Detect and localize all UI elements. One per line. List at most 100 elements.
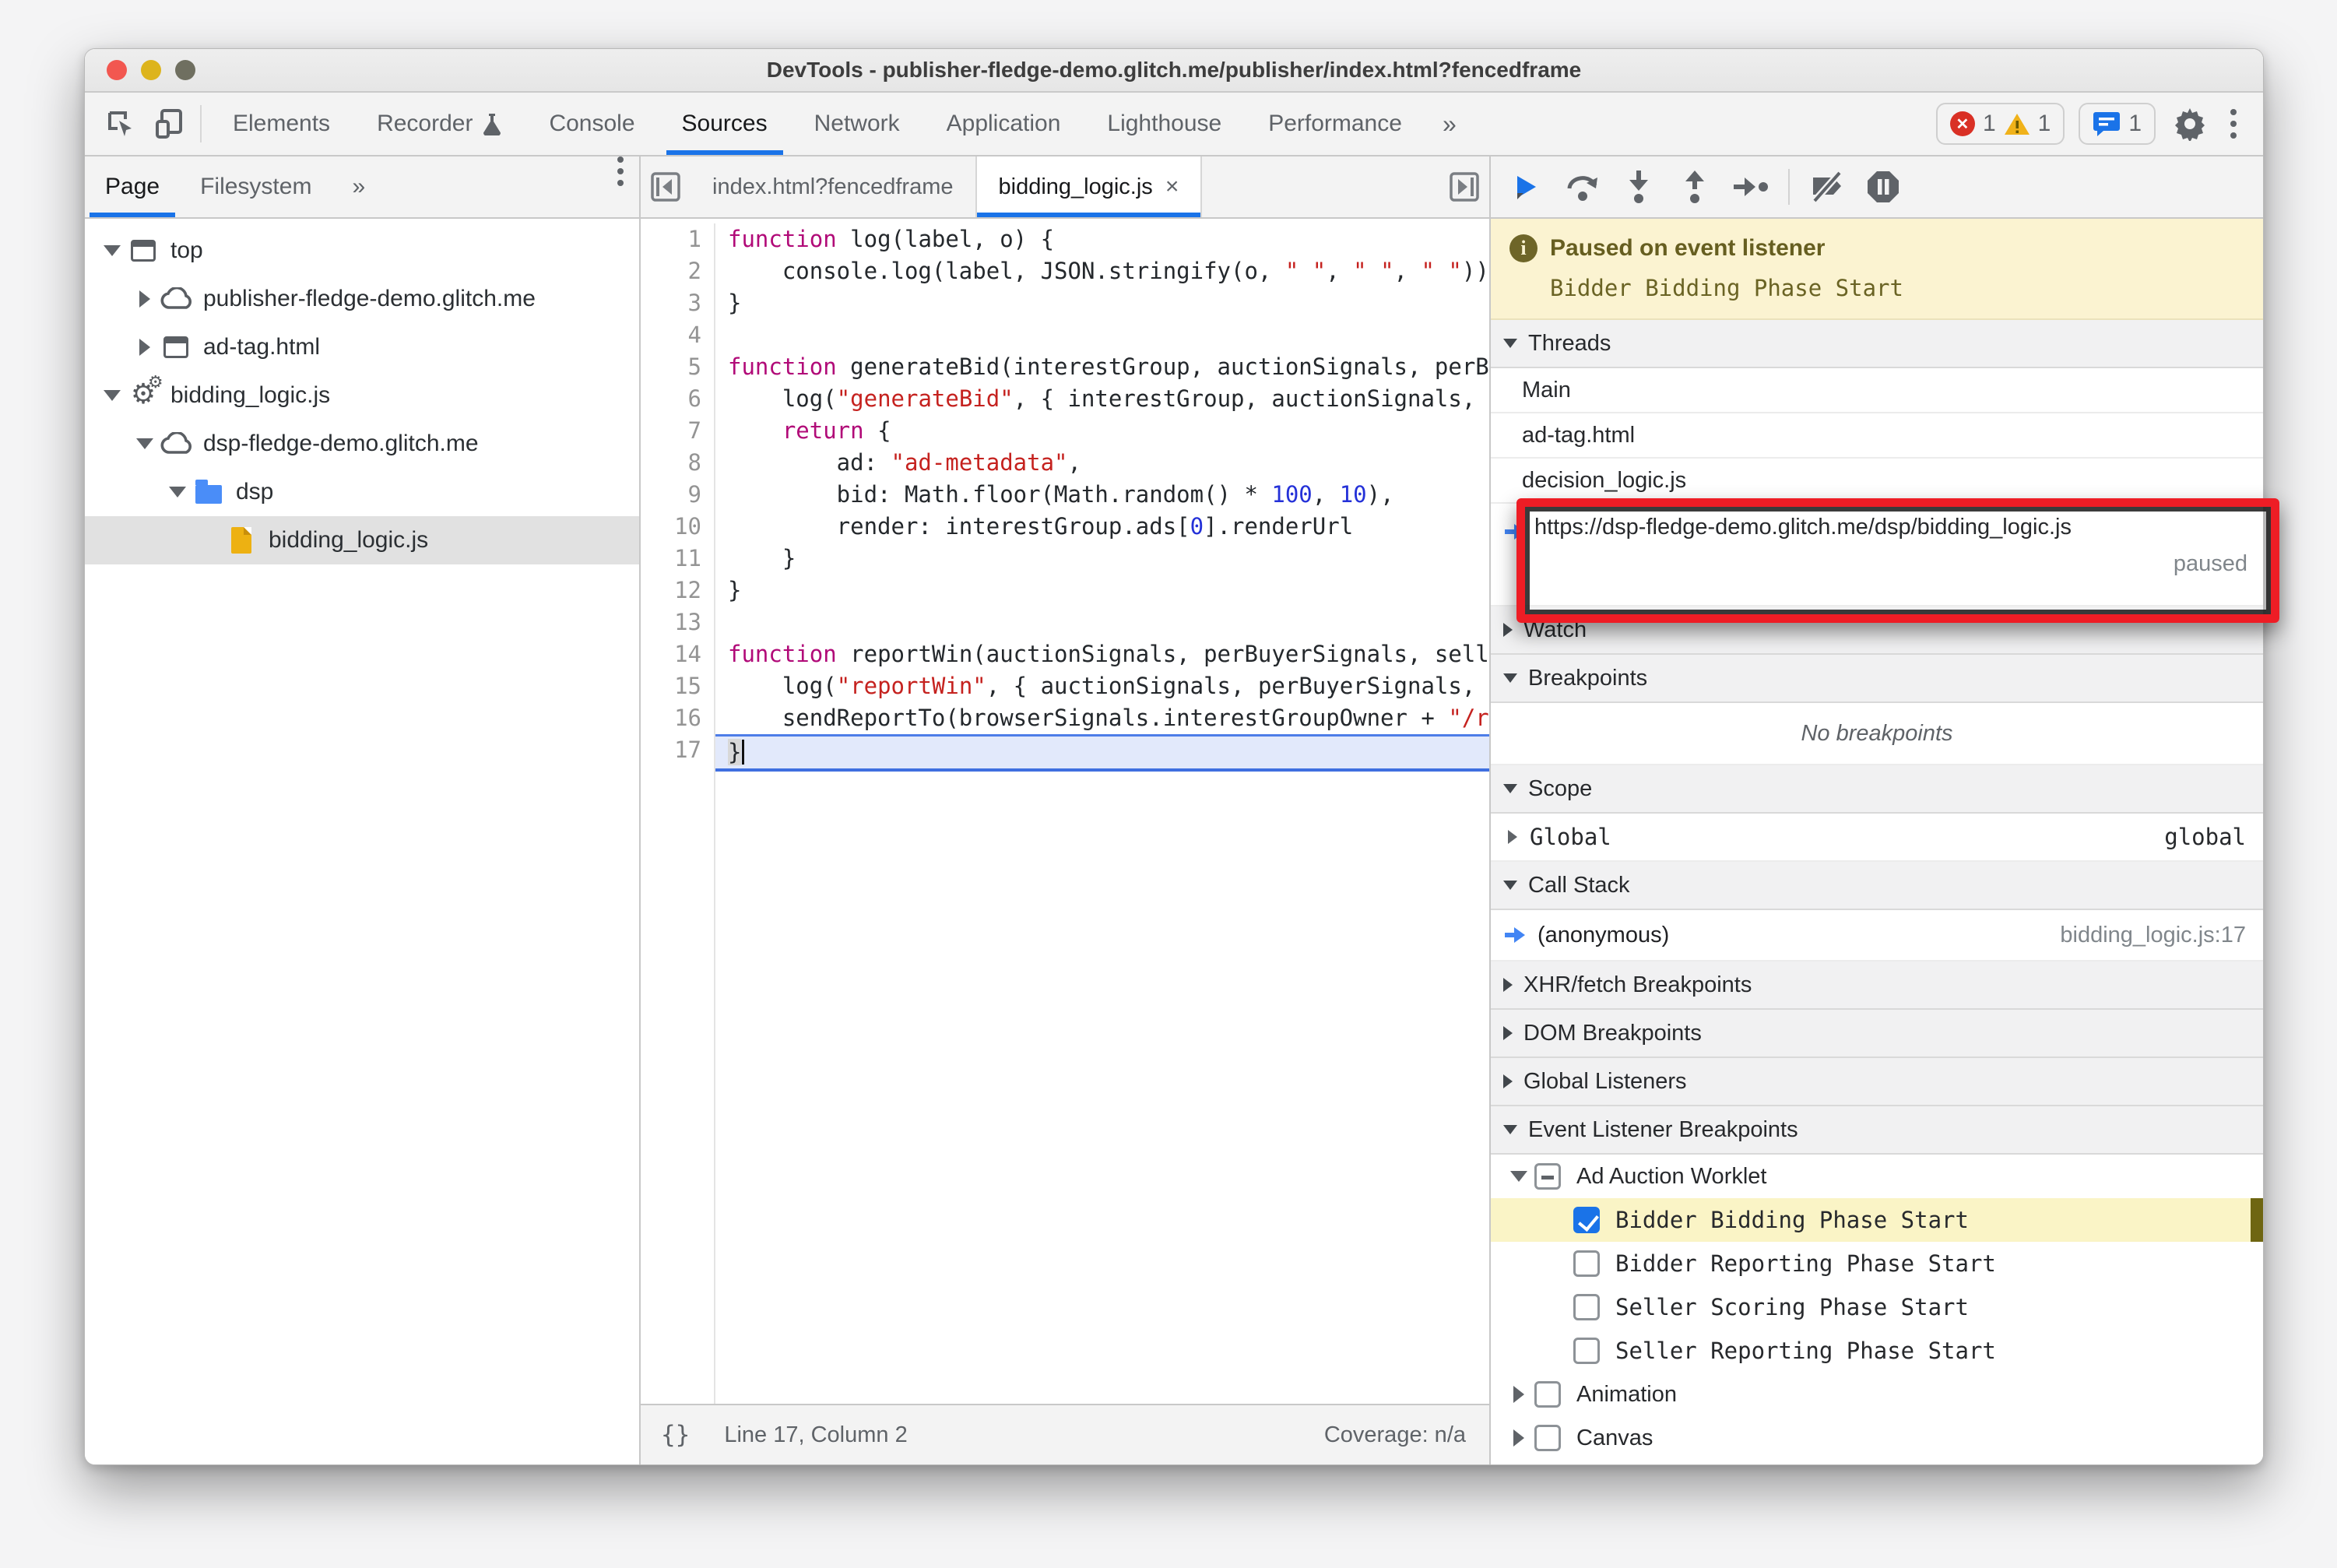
section-event-listener-breakpoints[interactable]: Event Listener Breakpoints <box>1491 1106 2263 1155</box>
tab-network[interactable]: Network <box>791 93 923 155</box>
tab-elements[interactable]: Elements <box>209 93 353 155</box>
code-line[interactable]: render: interestGroup.ads[0].renderUrl <box>728 511 1489 543</box>
tab-recorder[interactable]: Recorder <box>353 93 525 155</box>
editor-tab-index-html[interactable]: index.html?fencedframe <box>691 156 975 217</box>
elb-item-bidder-bidding-phase-start[interactable]: Bidder Bidding Phase Start <box>1491 1198 2263 1242</box>
section-threads[interactable]: Threads <box>1491 320 2263 368</box>
tab-filesystem[interactable]: Filesystem <box>180 156 332 217</box>
line-number[interactable]: 12 <box>641 575 701 606</box>
more-tabs-button[interactable]: » <box>1425 93 1475 155</box>
tree-item-dsp-domain[interactable]: dsp-fledge-demo.glitch.me <box>85 420 639 468</box>
line-number[interactable]: 8 <box>641 447 701 479</box>
line-number[interactable]: 14 <box>641 638 701 670</box>
device-toolbar-icon[interactable] <box>149 104 189 144</box>
tree-item-top[interactable]: top <box>85 227 639 275</box>
tab-lighthouse[interactable]: Lighthouse <box>1084 93 1245 155</box>
elb-group-ad-auction-worklet[interactable]: Ad Auction Worklet <box>1491 1155 2263 1198</box>
line-number[interactable]: 11 <box>641 543 701 575</box>
chevron-right-icon[interactable] <box>1508 830 1517 844</box>
scroll-tabs-right-icon[interactable] <box>1439 156 1489 217</box>
section-breakpoints[interactable]: Breakpoints <box>1491 655 2263 703</box>
tab-page[interactable]: Page <box>85 156 180 217</box>
scope-global-row[interactable]: Global global <box>1491 814 2263 862</box>
settings-gear-icon[interactable] <box>2170 104 2210 144</box>
line-number[interactable]: 2 <box>641 255 701 287</box>
line-number[interactable]: 1 <box>641 223 701 255</box>
code-line[interactable]: log("generateBid", { interestGroup, auct… <box>728 383 1489 415</box>
code-line[interactable] <box>728 606 1489 638</box>
step-into-icon[interactable] <box>1614 162 1664 212</box>
step-icon[interactable] <box>1726 162 1776 212</box>
code-line[interactable]: function generateBid(interestGroup, auct… <box>728 351 1489 383</box>
tree-item-worklet[interactable]: ⚙ ⚙ bidding_logic.js <box>85 371 639 420</box>
code-line[interactable]: return { <box>728 415 1489 447</box>
pretty-print-icon[interactable]: {} <box>661 1421 690 1449</box>
elb-item-seller-reporting-phase-start[interactable]: Seller Reporting Phase Start <box>1491 1329 2263 1373</box>
code-line[interactable]: log("reportWin", { auctionSignals, perBu… <box>728 670 1489 702</box>
section-call-stack[interactable]: Call Stack <box>1491 862 2263 910</box>
navigator-menu-icon[interactable] <box>611 156 639 217</box>
tree-item-bidding-logic[interactable]: bidding_logic.js <box>85 516 639 564</box>
call-stack-frame[interactable]: (anonymous) bidding_logic.js:17 <box>1491 910 2263 962</box>
chevron-right-icon[interactable] <box>1513 1386 1524 1403</box>
step-over-icon[interactable] <box>1558 162 1608 212</box>
scroll-tabs-left-icon[interactable] <box>641 156 691 217</box>
code-line[interactable]: } <box>715 734 1489 772</box>
thread-ad-tag[interactable]: ad-tag.html <box>1491 413 2263 459</box>
editor-tab-bidding-logic[interactable]: bidding_logic.js × <box>975 156 1203 217</box>
line-number[interactable]: 4 <box>641 319 701 351</box>
code-line[interactable]: } <box>728 575 1489 606</box>
code-line[interactable] <box>728 319 1489 351</box>
code-line[interactable]: console.log(label, JSON.stringify(o, " "… <box>728 255 1489 287</box>
checkbox-ad-auction-worklet[interactable] <box>1534 1163 1561 1190</box>
elb-group-canvas[interactable]: Canvas <box>1491 1416 2263 1460</box>
chevron-down-icon[interactable] <box>136 438 153 449</box>
code-lines[interactable]: function log(label, o) { console.log(lab… <box>715 223 1489 1404</box>
step-out-icon[interactable] <box>1670 162 1720 212</box>
tree-item-publisher-domain[interactable]: publisher-fledge-demo.glitch.me <box>85 275 639 323</box>
chevron-down-icon[interactable] <box>104 390 121 401</box>
pause-on-exceptions-icon[interactable] <box>1858 162 1908 212</box>
thread-main[interactable]: Main <box>1491 368 2263 413</box>
chevron-down-icon[interactable] <box>1510 1171 1527 1182</box>
code-editor[interactable]: 1 2 3 4 5 6 7 8 9 10 11 12 13 14 15 16 17 function log(l… <box>641 219 1489 1404</box>
close-tab-icon[interactable]: × <box>1165 174 1179 200</box>
line-number[interactable]: 7 <box>641 415 701 447</box>
code-line[interactable]: sendReportTo(browserSignals.interestGrou… <box>728 702 1489 734</box>
section-global-listeners[interactable]: Global Listeners <box>1491 1058 2263 1106</box>
section-xhr-breakpoints[interactable]: XHR/fetch Breakpoints <box>1491 962 2263 1010</box>
code-line[interactable]: function log(label, o) { <box>728 223 1489 255</box>
elb-item-bidder-reporting-phase-start[interactable]: Bidder Reporting Phase Start <box>1491 1242 2263 1285</box>
checkbox-seller-scoring-phase-start[interactable] <box>1573 1294 1600 1320</box>
code-line[interactable]: function reportWin(auctionSignals, perBu… <box>728 638 1489 670</box>
section-watch[interactable]: Watch <box>1491 606 2263 655</box>
line-number[interactable]: 13 <box>641 606 701 638</box>
tab-sources[interactable]: Sources <box>659 93 791 155</box>
line-number[interactable]: 3 <box>641 287 701 319</box>
line-number[interactable]: 10 <box>641 511 701 543</box>
thread-decision-logic[interactable]: decision_logic.js <box>1491 459 2263 504</box>
deactivate-breakpoints-icon[interactable] <box>1802 162 1852 212</box>
chevron-right-icon[interactable] <box>139 339 150 356</box>
code-line[interactable]: } <box>728 543 1489 575</box>
chevron-right-icon[interactable] <box>139 290 150 308</box>
gutter[interactable]: 1 2 3 4 5 6 7 8 9 10 11 12 13 14 15 16 17 <box>641 223 715 1404</box>
more-navigator-tabs-button[interactable]: » <box>332 156 385 217</box>
issues-badge[interactable]: 1 <box>2079 103 2156 145</box>
line-number[interactable]: 16 <box>641 702 701 734</box>
section-scope[interactable]: Scope <box>1491 765 2263 814</box>
line-number[interactable]: 17 <box>641 734 701 766</box>
tab-console[interactable]: Console <box>525 93 658 155</box>
line-number[interactable]: 5 <box>641 351 701 383</box>
chevron-down-icon[interactable] <box>104 245 121 256</box>
line-number[interactable]: 9 <box>641 479 701 511</box>
elb-group-animation[interactable]: Animation <box>1491 1373 2263 1416</box>
errors-warnings-badge[interactable]: 1 1 <box>1935 103 2065 145</box>
section-dom-breakpoints[interactable]: DOM Breakpoints <box>1491 1010 2263 1058</box>
tree-item-dsp-folder[interactable]: dsp <box>85 468 639 516</box>
code-line[interactable]: ad: "ad-metadata", <box>728 447 1489 479</box>
thread-bidding-logic-paused[interactable]: https://dsp-fledge-demo.glitch.me/dsp/bi… <box>1491 504 2263 606</box>
tab-application[interactable]: Application <box>923 93 1084 155</box>
tab-performance[interactable]: Performance <box>1245 93 1425 155</box>
line-number[interactable]: 6 <box>641 383 701 415</box>
